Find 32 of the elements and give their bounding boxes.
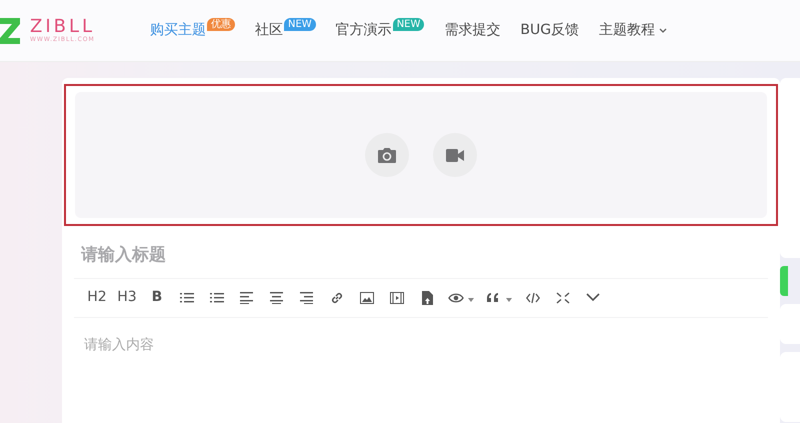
title-field[interactable]: 请输入标题 [79,242,769,270]
toolbar-button[interactable]: B [142,287,172,308]
film-icon [390,292,404,304]
link-icon [330,290,344,304]
camera-button[interactable] [365,133,409,177]
nav-link[interactable]: BUG反馈 [520,20,580,41]
eye-icon [448,292,474,304]
align-left-icon [240,292,254,304]
logo-text: ZIBLL [30,18,96,36]
video-camera-icon [446,148,464,162]
nav-link[interactable]: 主题教程 [599,20,656,41]
bullet-list-icon [180,292,194,304]
align-right-icon [300,292,314,304]
nav-link[interactable]: 需求提交 [444,20,500,41]
video-button[interactable] [433,133,477,177]
logo-icon [0,18,22,44]
chevron-down-icon [586,293,600,302]
quote-icon [486,292,512,304]
align-center-icon [270,292,284,304]
toolbar-button[interactable]: H3 [112,287,142,308]
file-upload-icon [422,290,432,304]
nav-badge: 优惠 [207,18,235,31]
numbered-list-icon [210,292,224,304]
nav-badge: NEW [392,18,424,31]
nav-link[interactable]: 社区 [255,20,283,41]
image-icon [360,292,374,304]
nav-badge: NEW [284,18,316,31]
code-icon [526,292,540,304]
camera-icon [378,148,396,162]
toolbar-button[interactable]: H2 [82,287,112,308]
nav-link[interactable]: 官方演示 [336,20,392,41]
fullscreen-icon [556,292,570,304]
